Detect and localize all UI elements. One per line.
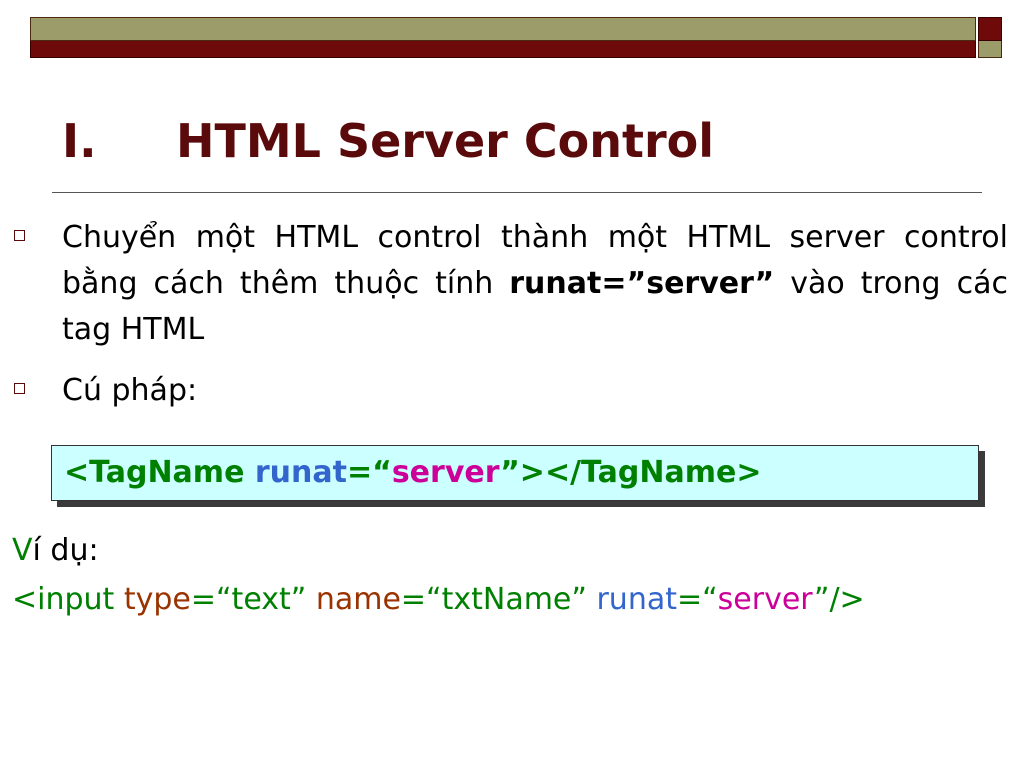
example-label-rest: í dụ:: [32, 533, 99, 568]
syntax-attr: runat: [254, 455, 347, 490]
syntax-eq: =“: [346, 455, 392, 490]
code-open: <input: [12, 582, 124, 617]
header-olive-bar: [30, 17, 976, 41]
bullet-text-bold: runat=”server”: [509, 266, 775, 301]
square-bullet-icon: [14, 230, 25, 241]
code-runat-val: server: [717, 582, 814, 617]
example-code: <input type=“text” name=“txtName” runat=…: [12, 582, 865, 618]
code-end: ”/>: [813, 582, 865, 617]
code-name-attr: name: [315, 582, 401, 617]
syntax-box: <TagName runat=“server”></TagName>: [51, 445, 979, 501]
bullet-text: Cú pháp:: [62, 373, 198, 408]
syntax-open: <TagName: [64, 455, 255, 490]
syntax-value: server: [391, 455, 501, 490]
syntax-code: <TagName runat=“server”></TagName>: [64, 456, 761, 490]
slide-title: I. HTML Server Control: [62, 118, 714, 164]
code-name-val: =“txtName”: [400, 582, 597, 617]
bullet-text: Chuyển một HTML control thành một HTML s…: [62, 215, 1008, 353]
syntax-close: ”></TagName>: [500, 455, 762, 490]
code-runat-eq: =“: [676, 582, 718, 617]
square-bullet-icon: [14, 383, 25, 394]
title-text: HTML Server Control: [176, 114, 715, 168]
example-label: Ví dụ:: [12, 533, 99, 569]
title-divider: [52, 192, 982, 193]
header-olive-square: [978, 41, 1002, 58]
code-runat-attr: runat: [596, 582, 677, 617]
header-maroon-bar: [30, 41, 976, 58]
code-type-val: =“text”: [190, 582, 316, 617]
header-maroon-square: [978, 17, 1002, 41]
slide: I. HTML Server Control Chuyển một HTML co…: [0, 0, 1024, 768]
title-number: I.: [62, 114, 97, 168]
example-label-v: V: [12, 533, 33, 568]
code-type-attr: type: [123, 582, 191, 617]
